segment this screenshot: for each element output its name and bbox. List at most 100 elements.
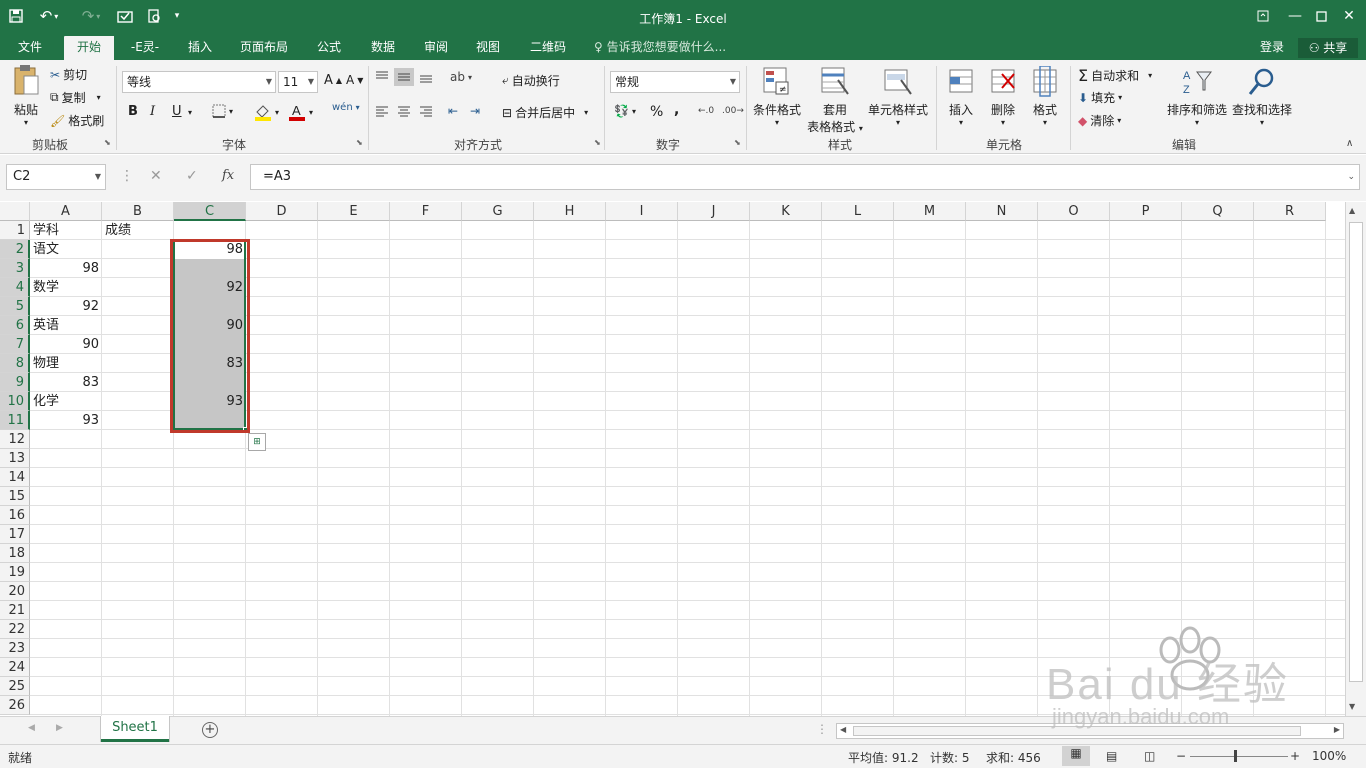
clipboard-launcher-icon[interactable]: ⬊ [104,138,111,147]
align-top-icon[interactable] [374,70,390,84]
prev-sheet-icon[interactable]: ◀ [28,723,35,733]
align-right-icon[interactable] [418,104,434,118]
row-header-4[interactable]: 4 [0,278,30,297]
collapse-ribbon-icon[interactable]: ∧ [1346,138,1353,149]
row-header-1[interactable]: 1 [0,221,30,240]
next-sheet-icon[interactable]: ▶ [56,723,63,733]
underline-dropdown-icon[interactable]: ▾ [188,108,192,117]
clear-button[interactable]: ◆ 清除 ▾ [1078,112,1121,129]
zoom-level[interactable]: 100% [1312,749,1346,763]
cell-A1[interactable]: 学科 [30,221,102,240]
column-header-I[interactable]: I [606,202,678,221]
share-button[interactable]: ⚇ 共享 [1298,38,1358,58]
column-header-L[interactable]: L [822,202,894,221]
tab-file[interactable]: 文件 [8,36,52,60]
formula-input[interactable]: =A3 ⌄ [250,164,1360,190]
row-header-25[interactable]: 25 [0,677,30,696]
bold-button[interactable]: B [128,104,138,119]
row-header-24[interactable]: 24 [0,658,30,677]
tab-insert[interactable]: 插入 [178,36,222,60]
page-layout-view-icon[interactable]: ▤ [1106,749,1117,763]
column-header-O[interactable]: O [1038,202,1110,221]
merge-center-button[interactable]: ⊟ 合并后居中 ▾ [502,104,588,121]
border-icon[interactable]: ▾ [212,104,233,118]
scroll-up-icon[interactable]: ▲ [1349,206,1355,215]
zoom-slider-thumb[interactable] [1234,750,1237,762]
cell-A8[interactable]: 物理 [30,354,102,373]
column-header-D[interactable]: D [246,202,318,221]
row-header-10[interactable]: 10 [0,392,30,411]
number-format-select[interactable]: 常规 ▼ [610,71,740,93]
scroll-down-icon[interactable]: ▼ [1349,702,1355,711]
tab-review[interactable]: 审阅 [414,36,458,60]
row-header-3[interactable]: 3 [0,259,30,278]
cell-styles-button[interactable]: 单元格样式 ▾ [866,66,930,127]
row-header-11[interactable]: 11 [0,411,30,430]
row-header-19[interactable]: 19 [0,563,30,582]
cancel-icon[interactable]: ✕ [150,168,162,184]
row-header-21[interactable]: 21 [0,601,30,620]
number-launcher-icon[interactable]: ⬊ [734,138,741,147]
insert-cells-button[interactable]: 插入 ▾ [942,66,980,127]
align-center-icon[interactable] [396,104,412,118]
row-header-8[interactable]: 8 [0,354,30,373]
conditional-format-button[interactable]: ≠ 条件格式 ▾ [752,66,802,127]
cell-A4[interactable]: 数学 [30,278,102,297]
row-header-15[interactable]: 15 [0,487,30,506]
row-header-7[interactable]: 7 [0,335,30,354]
cell-A2[interactable]: 语文 [30,240,102,259]
row-header-17[interactable]: 17 [0,525,30,544]
font-size-select[interactable]: 11 ▼ [278,71,318,93]
cut-button[interactable]: ✂ 剪切 [50,66,87,83]
normal-view-icon[interactable]: ▦ [1062,746,1090,766]
tell-me-search[interactable]: ♀ 告诉我您想要做什么... [594,36,726,60]
worksheet-grid[interactable]: A B C D E F G H I J K L M N O P Q R 1 2 3 4 5 6 7 8 9 10 11 12 13 14 15 1… [0,202,1345,716]
delete-cells-button[interactable]: 删除 ▾ [984,66,1022,127]
tab-page-layout[interactable]: 页面布局 [232,36,296,60]
horizontal-scrollbar[interactable]: ◀ ▶ [836,723,1344,739]
column-header-R[interactable]: R [1254,202,1326,221]
orientation-icon[interactable]: ab ▾ [450,70,472,84]
row-header-9[interactable]: 9 [0,373,30,392]
tab-home[interactable]: 开始 [64,36,114,60]
column-header-A[interactable]: A [30,202,102,221]
zoom-slider[interactable] [1190,756,1288,757]
name-box[interactable]: C2 ▼ [6,164,106,190]
align-left-icon[interactable] [374,104,390,118]
cell-A6[interactable]: 英语 [30,316,102,335]
wrap-text-button[interactable]: ⤶ 自动换行 [502,72,560,89]
cell-A5[interactable]: 92 [30,297,102,316]
decrease-indent-icon[interactable]: ⇤ [448,104,458,118]
ribbon-display-icon[interactable] [1248,4,1278,28]
find-select-button[interactable]: 查找和选择 ▾ [1230,66,1294,127]
scroll-left-icon[interactable]: ◀ [840,725,846,734]
splitter-grip-icon[interactable]: ⋮ [816,722,828,736]
column-header-Q[interactable]: Q [1182,202,1254,221]
column-header-B[interactable]: B [102,202,174,221]
align-bottom-icon[interactable] [418,70,434,84]
underline-button[interactable]: U [172,104,182,119]
column-header-G[interactable]: G [462,202,534,221]
align-middle-icon[interactable] [394,68,414,86]
copy-button[interactable]: ⧉ 复制 ▾ [50,89,101,106]
sheet-tab[interactable]: Sheet1 [101,716,169,742]
row-header-16[interactable]: 16 [0,506,30,525]
maximize-icon[interactable] [1306,4,1336,28]
enter-icon[interactable]: ✓ [186,168,198,184]
column-header-J[interactable]: J [678,202,750,221]
decrease-decimal-icon[interactable]: .00→ [722,106,744,116]
decrease-font-icon[interactable]: A ▼ [346,73,363,87]
cell-A7[interactable]: 90 [30,335,102,354]
zoom-out-icon[interactable]: − [1176,749,1186,763]
login-link[interactable]: 登录 [1260,36,1284,60]
fill-button[interactable]: ⬇ 填充 ▾ [1078,89,1122,106]
increase-decimal-icon[interactable]: ←.0 [698,106,714,116]
row-header-2[interactable]: 2 [0,240,30,259]
tab-qrcode[interactable]: 二维码 [518,36,578,60]
tab-view[interactable]: 视图 [466,36,510,60]
column-header-K[interactable]: K [750,202,822,221]
tab-data[interactable]: 数据 [360,36,406,60]
zoom-in-icon[interactable]: + [1290,749,1300,763]
format-cells-button[interactable]: 格式 ▾ [1026,65,1064,127]
font-color-icon[interactable]: A ▾ [288,103,313,121]
